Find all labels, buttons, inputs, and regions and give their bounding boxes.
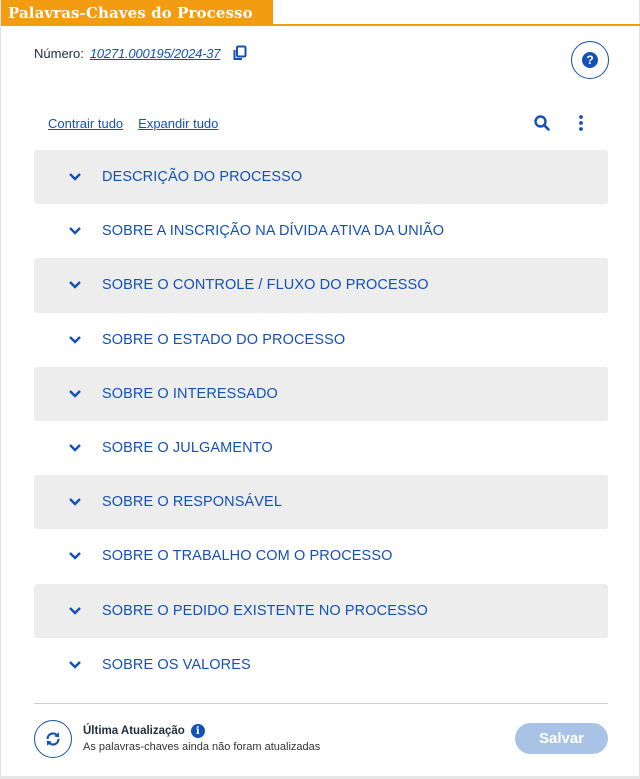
section-row[interactable]: DESCRIÇÃO DO PROCESSO bbox=[34, 150, 608, 205]
chevron-down-icon bbox=[68, 172, 82, 182]
last-update-status: As palavras-chaves ainda não foram atual… bbox=[83, 741, 321, 753]
refresh-button[interactable] bbox=[34, 720, 72, 758]
chevron-down-icon bbox=[68, 606, 82, 616]
window-title: Palavras-Chaves do Processo bbox=[1, 0, 273, 26]
section-row[interactable]: SOBRE O PEDIDO EXISTENTE NO PROCESSO bbox=[34, 583, 608, 638]
last-update-heading: Última Atualização i bbox=[83, 724, 205, 738]
help-icon: ? bbox=[582, 52, 598, 68]
chevron-down-icon bbox=[68, 660, 82, 670]
section-label: SOBRE O CONTROLE / FLUXO DO PROCESSO bbox=[102, 277, 429, 294]
tree-toolbar: Contrair tudo Expandir tudo bbox=[48, 116, 218, 131]
footer-divider bbox=[34, 703, 608, 704]
keywords-window: Palavras-Chaves do Processo Número: 1027… bbox=[0, 0, 640, 779]
last-update-label: Última Atualização bbox=[83, 725, 185, 737]
copy-icon[interactable] bbox=[232, 45, 248, 61]
section-row[interactable]: SOBRE O INTERESSADO bbox=[34, 366, 608, 421]
section-label: SOBRE O JULGAMENTO bbox=[102, 440, 273, 457]
section-row[interactable]: SOBRE OS VALORES bbox=[34, 638, 608, 692]
section-label: SOBRE A INSCRIÇÃO NA DÍVIDA ATIVA DA UNI… bbox=[102, 223, 445, 240]
chevron-down-icon bbox=[68, 335, 82, 345]
chevron-down-icon bbox=[68, 280, 82, 290]
help-button[interactable]: ? bbox=[571, 41, 609, 79]
section-label: SOBRE O RESPONSÁVEL bbox=[102, 494, 282, 511]
section-row[interactable]: SOBRE O JULGAMENTO bbox=[34, 421, 608, 475]
section-label: SOBRE O INTERESSADO bbox=[102, 385, 278, 402]
save-button[interactable]: Salvar bbox=[515, 723, 608, 754]
keyword-section-list: DESCRIÇÃO DO PROCESSO SOBRE A INSCRIÇÃO … bbox=[34, 150, 608, 692]
section-label: DESCRIÇÃO DO PROCESSO bbox=[102, 169, 303, 186]
section-row[interactable]: SOBRE O CONTROLE / FLUXO DO PROCESSO bbox=[34, 258, 608, 313]
expand-all-link[interactable]: Expandir tudo bbox=[138, 116, 218, 131]
collapse-all-link[interactable]: Contrair tudo bbox=[48, 116, 123, 131]
process-number-row: Número: 10271.000195/2024-37 bbox=[34, 44, 248, 62]
section-label: SOBRE O PEDIDO EXISTENTE NO PROCESSO bbox=[102, 602, 428, 619]
title-bar: Palavras-Chaves do Processo bbox=[1, 0, 640, 26]
process-number-label: Número: bbox=[34, 45, 84, 61]
section-row[interactable]: SOBRE O TRABALHO COM O PROCESSO bbox=[34, 529, 608, 583]
section-row[interactable]: SOBRE O RESPONSÁVEL bbox=[34, 475, 608, 530]
more-vertical-icon[interactable] bbox=[576, 114, 586, 132]
section-row[interactable]: SOBRE O ESTADO DO PROCESSO bbox=[34, 313, 608, 367]
chevron-down-icon bbox=[68, 389, 82, 399]
chevron-down-icon bbox=[68, 226, 82, 236]
chevron-down-icon bbox=[68, 497, 82, 507]
chevron-down-icon bbox=[68, 551, 82, 561]
refresh-icon bbox=[46, 732, 60, 746]
section-label: SOBRE O TRABALHO COM O PROCESSO bbox=[102, 548, 393, 565]
info-icon[interactable]: i bbox=[190, 724, 205, 738]
section-label: SOBRE OS VALORES bbox=[102, 656, 251, 673]
chevron-down-icon bbox=[68, 443, 82, 453]
search-icon[interactable] bbox=[533, 114, 551, 132]
process-number-link[interactable]: 10271.000195/2024-37 bbox=[90, 46, 221, 61]
section-label: SOBRE O ESTADO DO PROCESSO bbox=[102, 331, 346, 348]
section-row[interactable]: SOBRE A INSCRIÇÃO NA DÍVIDA ATIVA DA UNI… bbox=[34, 204, 608, 258]
